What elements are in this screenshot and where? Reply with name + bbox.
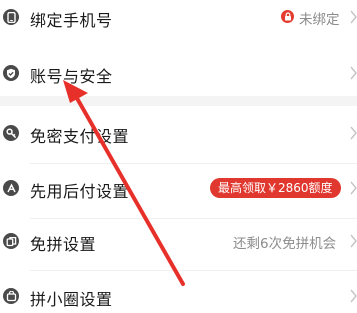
chevron-right-icon bbox=[350, 66, 357, 80]
bind-phone-row[interactable]: 绑定手机号 未绑定 bbox=[0, 0, 357, 34]
skip-group-buy-remaining: 还剩6次免拼机会 bbox=[233, 236, 337, 252]
skip-group-buy-row[interactable]: 免拼设置 还剩6次免拼机会 bbox=[0, 224, 357, 258]
group-buy-icon bbox=[3, 233, 19, 249]
section-divider bbox=[0, 96, 357, 106]
account-security-label: 账号与安全 bbox=[30, 67, 113, 86]
chevron-right-icon bbox=[350, 126, 357, 140]
credit-limit-badge: 最高领取￥2860额度 bbox=[210, 178, 341, 198]
pin-circle-label: 拼小圈设置 bbox=[30, 290, 113, 309]
password-free-payment-label: 免密支付设置 bbox=[30, 127, 130, 146]
circle-icon bbox=[3, 288, 19, 304]
lock-icon bbox=[281, 10, 294, 23]
bind-phone-status: 未绑定 bbox=[299, 12, 340, 28]
row-divider bbox=[30, 270, 357, 271]
password-free-payment-row[interactable]: 免密支付设置 bbox=[0, 116, 357, 150]
shield-icon bbox=[3, 65, 19, 81]
annotation-arrow bbox=[63, 80, 185, 286]
chevron-right-icon bbox=[350, 181, 357, 195]
chevron-right-icon bbox=[350, 234, 357, 248]
skip-group-buy-label: 免拼设置 bbox=[30, 235, 97, 254]
phone-icon bbox=[3, 9, 19, 25]
pin-circle-row[interactable]: 拼小圈设置 bbox=[0, 279, 357, 313]
account-security-row[interactable]: 账号与安全 bbox=[0, 56, 357, 90]
chevron-right-icon bbox=[350, 289, 357, 303]
row-divider bbox=[30, 163, 357, 164]
settings-page: 绑定手机号 未绑定 账号与安全 免密支付设置 先用后付设置 最高领取￥2860额… bbox=[0, 0, 357, 313]
bind-phone-label: 绑定手机号 bbox=[30, 11, 113, 30]
pay-later-label: 先用后付设置 bbox=[30, 182, 130, 201]
key-icon bbox=[3, 125, 19, 141]
pay-later-icon bbox=[3, 180, 19, 196]
chevron-right-icon bbox=[350, 10, 357, 24]
pay-later-row[interactable]: 先用后付设置 最高领取￥2860额度 bbox=[0, 171, 357, 205]
row-divider bbox=[30, 218, 357, 219]
